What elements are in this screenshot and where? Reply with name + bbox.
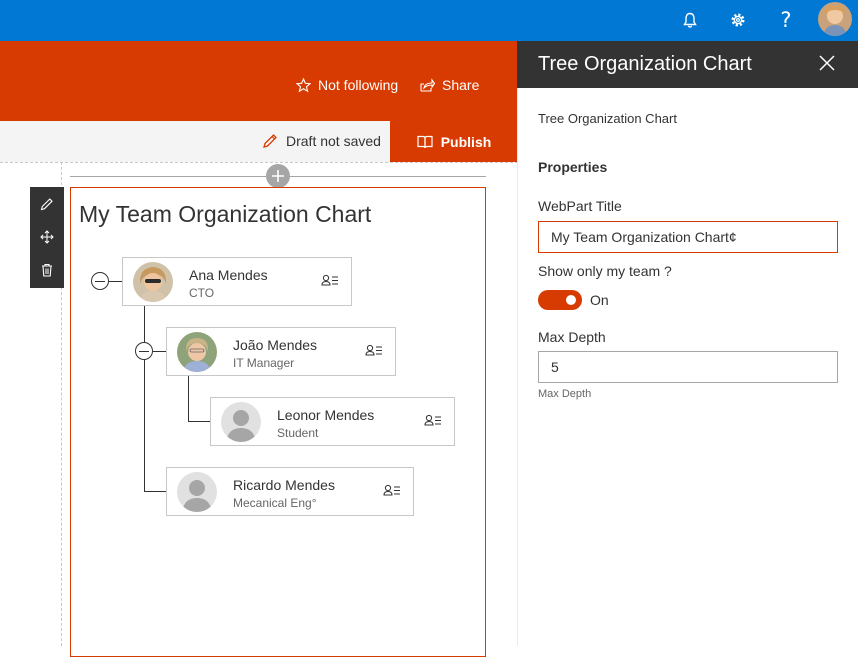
property-group-header: Properties [538, 159, 608, 175]
person-name: Leonor Mendes [277, 407, 375, 423]
person-name: João Mendes [233, 337, 318, 353]
tree-connector [153, 351, 166, 352]
edit-webpart-button[interactable] [30, 189, 64, 219]
canvas-top-border [0, 162, 518, 163]
close-pane-button[interactable] [815, 51, 839, 75]
webpart-toolbar [30, 187, 64, 288]
help-icon[interactable]: ? [770, 4, 802, 36]
webpart-title: My Team Organization Chart [79, 201, 372, 227]
toggle-state-text: On [590, 292, 609, 308]
user-avatar[interactable] [818, 2, 852, 36]
follow-button[interactable]: Not following [296, 77, 398, 93]
contact-card-icon[interactable] [321, 273, 341, 291]
gear-icon[interactable] [722, 4, 754, 36]
close-icon [819, 55, 835, 71]
person-card[interactable]: Leonor Mendes Student [210, 397, 455, 446]
collapse-node-button[interactable] [91, 272, 109, 290]
publish-label: Publish [440, 133, 492, 150]
property-pane-description: Tree Organization Chart [538, 111, 677, 126]
person-photo [133, 262, 173, 302]
person-photo [177, 332, 217, 372]
person-role: CTO [189, 286, 215, 300]
person-role: IT Manager [233, 356, 295, 370]
draft-status-text: Draft not saved [286, 133, 381, 149]
person-card[interactable]: João Mendes IT Manager [166, 327, 396, 376]
person-role: Student [277, 426, 319, 440]
person-photo [221, 402, 261, 442]
share-label: Share [442, 77, 480, 93]
show-only-my-team-label: Show only my team ? [538, 263, 672, 279]
property-pane-title: Tree Organization Chart [538, 53, 752, 75]
webpart-title-label: WebPart Title [538, 198, 622, 214]
star-icon [296, 77, 311, 92]
webpart-title-input[interactable] [538, 221, 838, 253]
pencil-icon [263, 134, 277, 148]
person-photo [177, 472, 217, 512]
toggle-knob [566, 295, 576, 305]
add-section-button[interactable] [266, 164, 290, 188]
max-depth-hint: Max Depth [538, 388, 592, 400]
person-card[interactable]: Ricardo Mendes Mecanical Eng° [166, 467, 414, 516]
move-webpart-button[interactable] [30, 222, 64, 252]
pencil-icon [40, 198, 53, 211]
delete-webpart-button[interactable] [30, 255, 64, 285]
contact-card-icon[interactable] [424, 413, 444, 431]
trash-icon [42, 263, 52, 277]
person-card[interactable]: Ana Mendes CTO [122, 257, 352, 306]
plus-icon [272, 170, 284, 182]
page-header: Not following Share [0, 41, 518, 121]
tree-connector [144, 491, 166, 492]
share-icon [420, 78, 435, 92]
max-depth-label: Max Depth [538, 329, 606, 345]
show-only-my-team-toggle[interactable] [538, 290, 582, 310]
share-button[interactable]: Share [420, 77, 479, 93]
command-bar: Draft not saved Publish [0, 121, 518, 162]
draft-status: Draft not saved [262, 133, 381, 149]
tree-connector [144, 306, 145, 492]
tree-connector [109, 281, 122, 282]
contact-card-icon[interactable] [383, 483, 403, 501]
collapse-node-button[interactable] [135, 342, 153, 360]
contact-card-icon[interactable] [365, 343, 385, 361]
suite-bar: ? [0, 0, 858, 41]
max-depth-input[interactable] [538, 351, 838, 383]
person-name: Ricardo Mendes [233, 477, 335, 493]
tree-connector [188, 375, 189, 421]
tree-connector [188, 421, 210, 422]
move-icon [40, 230, 54, 244]
publish-button[interactable]: Publish [390, 121, 518, 162]
person-name: Ana Mendes [189, 267, 268, 283]
follow-label: Not following [318, 77, 399, 93]
person-role: Mecanical Eng° [233, 496, 317, 510]
book-icon [417, 135, 433, 148]
bell-icon[interactable] [674, 4, 706, 36]
